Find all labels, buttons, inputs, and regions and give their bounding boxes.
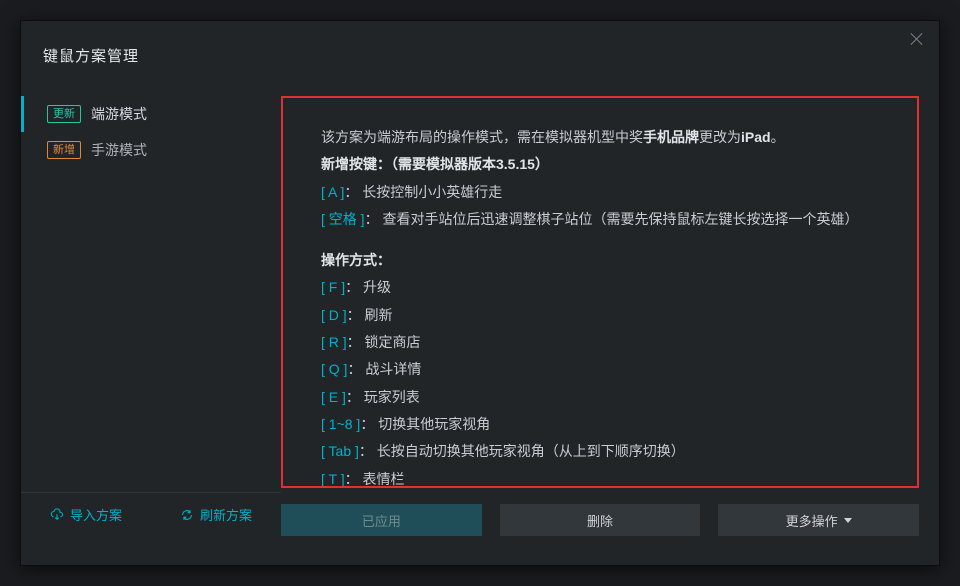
keybinding-key: [ 1~8 ] bbox=[321, 416, 360, 432]
sidebar-item-0[interactable]: 更新端游模式 bbox=[41, 96, 261, 132]
intro-mid: 更改为 bbox=[699, 129, 741, 145]
keybinding-row: [ E ]： 玩家列表 bbox=[321, 384, 879, 411]
intro-hl1: 手机品牌 bbox=[643, 129, 699, 145]
sidebar-item-label: 手游模式 bbox=[91, 140, 147, 160]
delete-button[interactable]: 删除 bbox=[500, 504, 701, 536]
more-actions-button[interactable]: 更多操作 bbox=[718, 504, 919, 536]
scheme-manager-modal: 键鼠方案管理 更新端游模式新增手游模式 导入方案 刷新方案 该方案为端游布局的操… bbox=[20, 20, 940, 566]
import-label: 导入方案 bbox=[70, 505, 122, 524]
refresh-label: 刷新方案 bbox=[200, 505, 252, 524]
keybinding-desc: ： 长按自动切换其他玩家视角（从上到下顺序切换） bbox=[359, 443, 685, 459]
new-keys-label: 新增按键： bbox=[321, 156, 391, 172]
action-row: 已应用 删除 更多操作 bbox=[281, 504, 919, 536]
cloud-download-icon bbox=[50, 508, 64, 522]
keybinding-row: [ F ]： 升级 bbox=[321, 274, 879, 301]
intro-hl2: iPad bbox=[741, 129, 771, 145]
keybinding-key: [ 空格 ] bbox=[321, 211, 365, 227]
sidebar-item-label: 端游模式 bbox=[91, 104, 147, 124]
refresh-scheme-button[interactable]: 刷新方案 bbox=[151, 505, 281, 524]
scheme-detail-panel: 该方案为端游布局的操作模式，需在模拟器机型中奖手机品牌更改为iPad。 新增按键… bbox=[281, 96, 919, 488]
new-keys-note: （需要模拟器版本3.5.15） bbox=[391, 156, 549, 172]
keybinding-desc: ： 战斗详情 bbox=[347, 361, 421, 377]
chevron-down-icon bbox=[844, 518, 852, 523]
keybinding-row: [ T ]： 表情栏 bbox=[321, 466, 879, 488]
keybinding-row: [ 1~8 ]： 切换其他玩家视角 bbox=[321, 411, 879, 438]
modal-body: 更新端游模式新增手游模式 导入方案 刷新方案 该方案为端游布局的操作模式，需在模… bbox=[21, 96, 939, 536]
ops-label: 操作方式： bbox=[321, 252, 391, 268]
keybinding-row: [ A ]： 长按控制小小英雄行走 bbox=[321, 179, 879, 206]
new-keys-heading: 新增按键：（需要模拟器版本3.5.15） bbox=[321, 151, 879, 178]
ops-heading: 操作方式： bbox=[321, 247, 879, 274]
keybinding-key: [ T ] bbox=[321, 471, 345, 487]
keybinding-key: [ F ] bbox=[321, 279, 345, 295]
scheme-sidebar: 更新端游模式新增手游模式 导入方案 刷新方案 bbox=[21, 96, 281, 536]
keybinding-key: [ R ] bbox=[321, 334, 347, 350]
keybinding-key: [ Q ] bbox=[321, 361, 347, 377]
close-icon[interactable] bbox=[907, 29, 927, 49]
keybinding-desc: ： 切换其他玩家视角 bbox=[360, 416, 490, 432]
keybinding-key: [ A ] bbox=[321, 184, 344, 200]
keybinding-key: [ D ] bbox=[321, 307, 347, 323]
keybinding-desc: ： 玩家列表 bbox=[346, 389, 420, 405]
keybinding-desc: ： 升级 bbox=[345, 279, 391, 295]
keybinding-row: [ 空格 ]： 查看对手站位后迅速调整棋子站位（需要先保持鼠标左键长按选择一个英… bbox=[321, 206, 879, 233]
more-actions-label: 更多操作 bbox=[786, 511, 838, 530]
applied-button: 已应用 bbox=[281, 504, 482, 536]
detail-intro: 该方案为端游布局的操作模式，需在模拟器机型中奖手机品牌更改为iPad。 bbox=[321, 124, 879, 151]
intro-suffix: 。 bbox=[771, 129, 785, 145]
keybinding-desc: ： 刷新 bbox=[347, 307, 393, 323]
keybinding-row: [ D ]： 刷新 bbox=[321, 302, 879, 329]
sidebar-footer: 导入方案 刷新方案 bbox=[21, 492, 281, 536]
modal-title: 键鼠方案管理 bbox=[21, 21, 939, 66]
sidebar-item-1[interactable]: 新增手游模式 bbox=[41, 132, 261, 168]
keybinding-key: [ E ] bbox=[321, 389, 346, 405]
intro-prefix: 该方案为端游布局的操作模式，需在模拟器机型中奖 bbox=[321, 129, 643, 145]
sidebar-tag: 新增 bbox=[47, 141, 81, 159]
refresh-icon bbox=[180, 508, 194, 522]
keybinding-desc: ： 长按控制小小英雄行走 bbox=[344, 184, 502, 200]
sidebar-tag: 更新 bbox=[47, 105, 81, 123]
import-scheme-button[interactable]: 导入方案 bbox=[21, 505, 151, 524]
keybinding-row: [ Q ]： 战斗详情 bbox=[321, 356, 879, 383]
scheme-content: 该方案为端游布局的操作模式，需在模拟器机型中奖手机品牌更改为iPad。 新增按键… bbox=[281, 96, 939, 536]
keybinding-row: [ Tab ]： 长按自动切换其他玩家视角（从上到下顺序切换） bbox=[321, 438, 879, 465]
keybinding-desc: ： 锁定商店 bbox=[347, 334, 421, 350]
keybinding-desc: ： 查看对手站位后迅速调整棋子站位（需要先保持鼠标左键长按选择一个英雄） bbox=[365, 211, 859, 227]
keybinding-key: [ Tab ] bbox=[321, 443, 359, 459]
keybinding-desc: ： 表情栏 bbox=[345, 471, 405, 487]
keybinding-row: [ R ]： 锁定商店 bbox=[321, 329, 879, 356]
